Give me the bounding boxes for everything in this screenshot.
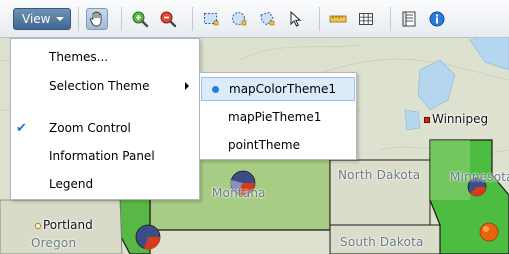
toolbar-separator <box>78 6 80 31</box>
theme-option-label: pointTheme <box>228 138 300 152</box>
theme-option-label: mapPieTheme1 <box>228 110 322 124</box>
polygon-select-button[interactable] <box>256 8 278 30</box>
view-button-label: View <box>22 11 51 26</box>
map-label-minnesota: Minnesota <box>450 170 509 184</box>
theme-option-map-pie-theme1[interactable]: mapPieTheme1 <box>201 105 355 129</box>
zoom-out-icon <box>160 11 177 27</box>
information-panel-button[interactable] <box>398 8 420 30</box>
pointer-button[interactable] <box>284 8 306 30</box>
chevron-right-icon <box>185 82 189 90</box>
grid-icon <box>359 12 374 25</box>
theme-option-label: mapColorTheme1 <box>229 82 337 96</box>
zoom-in-icon <box>132 11 149 27</box>
map-label-oregon: Oregon <box>31 236 77 250</box>
distance-ruler-icon <box>330 15 347 22</box>
menu-item-label: Zoom Control <box>49 121 131 135</box>
selection-theme-submenu: mapColorTheme1 mapPieTheme1 pointTheme <box>199 72 357 160</box>
menu-item-label: Legend <box>49 177 94 191</box>
theme-option-point-theme[interactable]: pointTheme <box>201 133 355 157</box>
legend-button[interactable] <box>426 8 448 30</box>
toolbar-separator <box>121 6 123 31</box>
menu-item-label: Selection Theme <box>49 79 150 93</box>
rect-select-icon <box>204 12 219 25</box>
city-label: Winnipeg <box>432 112 489 126</box>
rect-select-button[interactable] <box>200 8 222 30</box>
city-winnipeg: Winnipeg <box>424 112 488 126</box>
toolbar-separator <box>319 6 321 31</box>
distance-button[interactable] <box>327 8 349 30</box>
city-portland: Portland <box>35 218 93 232</box>
polygon-select-icon <box>260 11 275 26</box>
chevron-down-icon <box>56 16 65 21</box>
zoom-in-button[interactable] <box>129 8 151 30</box>
circle-select-button[interactable] <box>228 8 250 30</box>
pan-hand-icon <box>90 11 102 26</box>
zoom-out-button[interactable] <box>157 8 179 30</box>
pointer-icon <box>290 10 302 27</box>
pan-button[interactable] <box>86 7 109 30</box>
toolbar-separator <box>192 6 194 31</box>
city-label: Portland <box>43 218 93 232</box>
legend-info-icon <box>429 11 445 26</box>
menu-item-label: Themes... <box>49 50 109 64</box>
map-toolbar: View <box>0 0 509 38</box>
information-panel-icon <box>402 11 416 26</box>
circle-select-icon <box>232 11 247 25</box>
radio-selected-icon <box>212 86 219 93</box>
menu-item-zoom-control[interactable]: ✔ Zoom Control <box>11 115 199 141</box>
toolbar-separator <box>390 6 392 31</box>
menu-item-selection-theme[interactable]: Selection Theme <box>11 73 199 99</box>
map-label-north-dakota: North Dakota <box>338 168 421 182</box>
checkmark-icon: ✔ <box>16 121 27 136</box>
city-marker-icon <box>424 116 430 123</box>
menu-item-themes[interactable]: Themes... <box>11 44 199 70</box>
city-marker-icon <box>35 222 41 229</box>
map-label-south-dakota: South Dakota <box>340 235 424 249</box>
menu-item-label: Information Panel <box>49 149 155 163</box>
view-menu-button[interactable]: View <box>13 7 72 30</box>
map-label-montana: Montana <box>212 186 266 200</box>
theme-option-map-color-theme1[interactable]: mapColorTheme1 <box>201 77 355 101</box>
menu-item-information-panel[interactable]: Information Panel <box>11 143 199 169</box>
view-dropdown-menu: Themes... Selection Theme ✔ Zoom Control… <box>10 38 200 200</box>
menu-item-legend[interactable]: Legend <box>11 171 199 197</box>
grid-button[interactable] <box>355 8 377 30</box>
